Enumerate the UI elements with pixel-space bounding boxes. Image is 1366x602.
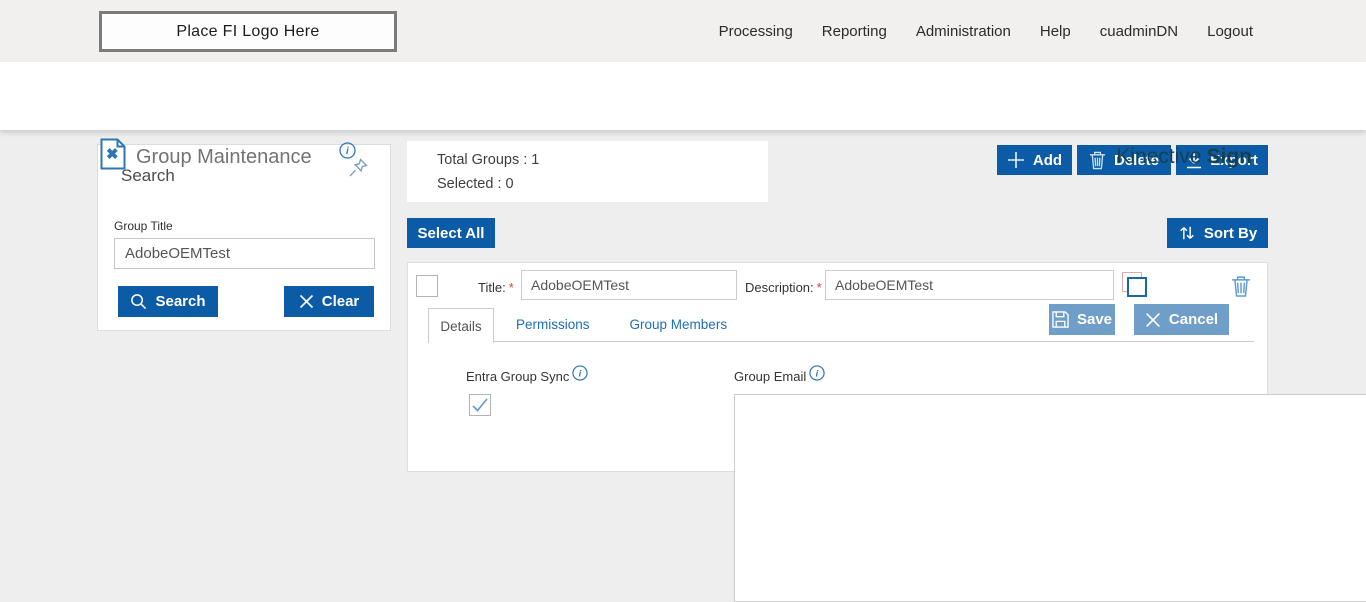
- nav-logout[interactable]: Logout: [1207, 23, 1253, 40]
- page-header: ✖ Group Maintenance i Kinective Sign: [0, 62, 1366, 170]
- top-nav: Processing Reporting Administration Help…: [719, 0, 1253, 62]
- page-title-info-icon[interactable]: i: [339, 142, 356, 164]
- entra-group-sync-checkbox[interactable]: [469, 394, 491, 416]
- search-panel: Search Group Title Search Clear: [97, 144, 391, 331]
- description-required-marker: *: [816, 280, 822, 295]
- select-all-label: Select All: [417, 224, 485, 242]
- title-field-label: Title: *: [478, 280, 514, 295]
- save-button-label: Save: [1076, 311, 1113, 328]
- tab-permissions[interactable]: Permissions: [514, 308, 592, 341]
- clear-x-icon: [299, 294, 313, 309]
- select-all-button[interactable]: Select All: [407, 218, 495, 248]
- group-detail-tabs: Details Permissions Group Members: [428, 308, 1254, 343]
- page-title: Group Maintenance: [136, 146, 312, 168]
- fi-logo-text: Place FI Logo Here: [176, 22, 320, 40]
- svg-text:i: i: [816, 367, 819, 378]
- tab-details[interactable]: Details: [428, 308, 494, 343]
- entra-group-sync-label: Entra Group Sync i: [466, 365, 588, 384]
- nav-reporting[interactable]: Reporting: [822, 23, 887, 40]
- search-button[interactable]: Search: [118, 286, 218, 317]
- clear-button-label: Clear: [321, 293, 360, 310]
- trash-icon: [1089, 151, 1106, 169]
- nav-help[interactable]: Help: [1040, 23, 1071, 40]
- group-title-search-input[interactable]: [114, 238, 375, 269]
- fi-logo-placeholder: Place FI Logo Here: [99, 11, 397, 52]
- title-input[interactable]: [521, 270, 737, 300]
- group-email-label: Group Email i: [734, 365, 825, 384]
- svg-text:i: i: [579, 367, 582, 378]
- entra-info-icon[interactable]: i: [572, 365, 588, 381]
- description-field-label: Description: *: [745, 280, 822, 295]
- cancel-button-label: Cancel: [1168, 311, 1219, 328]
- delete-group-row-icon[interactable]: [1231, 274, 1251, 303]
- trash-icon: [1232, 276, 1250, 297]
- brand-regular: Kinective: [1116, 145, 1202, 168]
- checkmark-icon: [472, 398, 488, 412]
- nav-user-cuadmindn[interactable]: cuadminDN: [1100, 23, 1178, 40]
- selected-count: Selected : 0: [437, 176, 514, 192]
- sort-arrows-icon: [1180, 226, 1194, 240]
- nav-processing[interactable]: Processing: [719, 23, 793, 40]
- sort-by-button[interactable]: Sort By: [1167, 218, 1268, 248]
- sort-by-label: Sort By: [1203, 224, 1258, 242]
- search-icon: [131, 294, 147, 310]
- search-panel-title: Search: [121, 166, 175, 185]
- tab-group-members[interactable]: Group Members: [628, 308, 730, 341]
- groups-summary: Total Groups : 1 Selected : 0: [407, 141, 768, 202]
- title-required-marker: *: [508, 280, 514, 295]
- add-button-label: Add: [1032, 151, 1063, 169]
- cancel-x-icon: [1145, 312, 1160, 327]
- cancel-button[interactable]: Cancel: [1134, 304, 1229, 335]
- clear-button[interactable]: Clear: [284, 286, 374, 317]
- brand-bold: Sign: [1206, 145, 1253, 168]
- top-bar: Place FI Logo Here Processing Reporting …: [0, 0, 1366, 62]
- total-groups-count: Total Groups : 1: [437, 152, 540, 168]
- group-email-input[interactable]: [734, 394, 1366, 602]
- brand-logo: Kinective Sign: [1116, 145, 1252, 169]
- search-button-label: Search: [155, 293, 206, 310]
- group-email-info-icon[interactable]: i: [809, 365, 825, 381]
- group-maintenance-page-icon: ✖: [100, 138, 126, 175]
- svg-text:i: i: [346, 146, 349, 157]
- group-title-label: Group Title: [114, 219, 173, 233]
- group-row-panel: Title:* Description:* Details Permission…: [407, 262, 1366, 602]
- save-button[interactable]: Save: [1049, 304, 1115, 335]
- save-floppy-icon: [1052, 311, 1069, 328]
- description-input[interactable]: [825, 270, 1114, 300]
- svg-text:✖: ✖: [106, 146, 119, 163]
- copy-group-icon[interactable]: [1120, 272, 1148, 300]
- nav-administration[interactable]: Administration: [916, 23, 1011, 40]
- group-row-checkbox[interactable]: [416, 275, 438, 297]
- plus-icon: [1007, 152, 1024, 168]
- add-button[interactable]: Add: [997, 145, 1072, 175]
- copy-icon-front-square: [1127, 277, 1147, 297]
